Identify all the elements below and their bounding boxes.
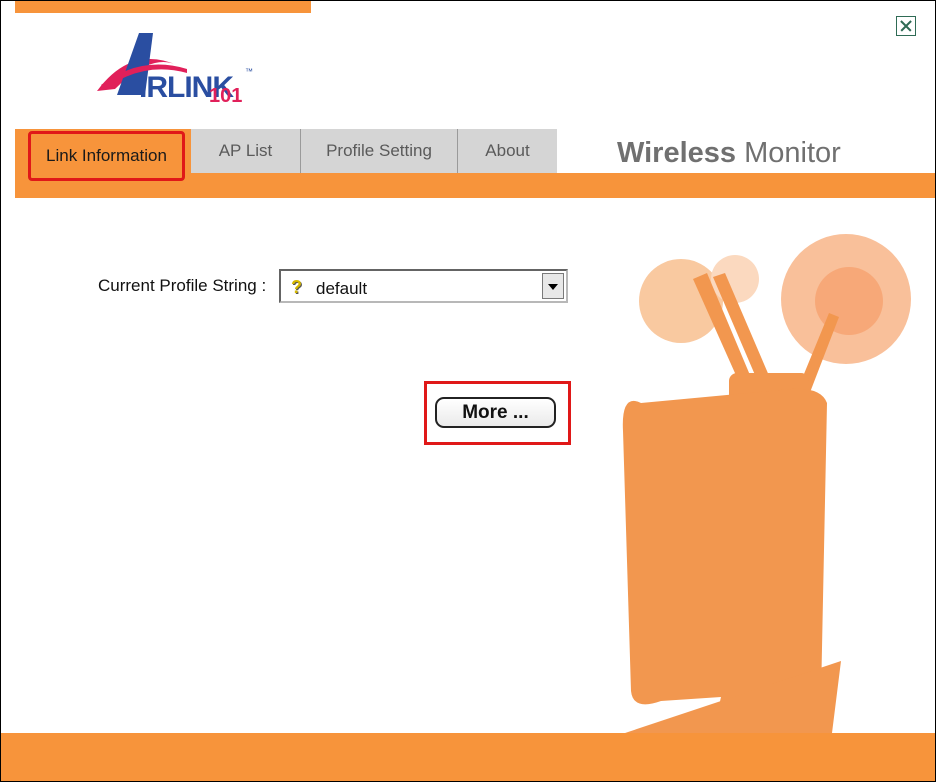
logo-trademark: ™: [245, 67, 253, 76]
current-profile-label: Current Profile String :: [98, 276, 267, 295]
wireless-monitor-title: Wireless Monitor: [617, 137, 841, 170]
logo-number: 101: [209, 85, 243, 107]
tab-profile-setting[interactable]: Profile Setting: [301, 129, 458, 173]
wireless-monitor-window: IRLINK ™ 101 Link Information AP List Pr…: [0, 0, 936, 782]
brand-bold: Wireless: [617, 137, 737, 169]
close-icon[interactable]: [896, 16, 916, 36]
tab-link-information[interactable]: Link Information: [28, 131, 185, 181]
question-icon: ?: [291, 277, 302, 297]
airlink-logo: IRLINK ™ 101: [91, 25, 271, 109]
profile-select-value: default: [316, 279, 368, 298]
brand-light: Monitor: [736, 137, 841, 169]
more-button[interactable]: More ...: [435, 397, 556, 428]
bottom-bar: [1, 733, 935, 781]
router-illustration: [601, 234, 911, 741]
chevron-down-icon[interactable]: [542, 273, 564, 299]
tab-ap-list[interactable]: AP List: [191, 129, 301, 173]
tab-about[interactable]: About: [458, 129, 557, 173]
profile-select[interactable]: ? default: [279, 269, 568, 303]
top-accent-strip: [15, 1, 311, 13]
